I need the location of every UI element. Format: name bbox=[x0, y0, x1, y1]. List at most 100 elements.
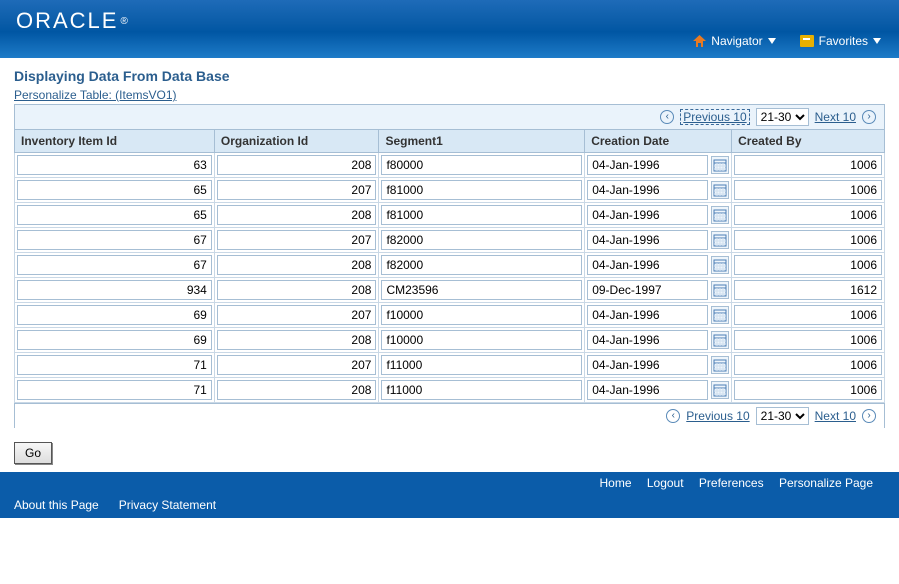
navigator-menu[interactable]: Navigator bbox=[693, 34, 775, 48]
col-inventory-item: Inventory Item Id bbox=[15, 130, 215, 153]
next-icon[interactable]: › bbox=[862, 409, 876, 423]
inventory-item-input[interactable] bbox=[17, 255, 212, 275]
footer-home-link[interactable]: Home bbox=[599, 476, 631, 490]
segment1-input[interactable] bbox=[381, 380, 582, 400]
previous-10-link[interactable]: Previous 10 bbox=[686, 409, 749, 423]
calendar-icon[interactable] bbox=[711, 231, 729, 249]
folder-icon bbox=[800, 35, 814, 47]
calendar-icon[interactable] bbox=[711, 331, 729, 349]
table-row bbox=[15, 178, 885, 203]
table-row bbox=[15, 253, 885, 278]
col-segment1: Segment1 bbox=[379, 130, 585, 153]
calendar-icon[interactable] bbox=[711, 156, 729, 174]
calendar-icon[interactable] bbox=[711, 381, 729, 399]
privacy-link[interactable]: Privacy Statement bbox=[119, 498, 216, 512]
inventory-item-input[interactable] bbox=[17, 230, 212, 250]
organization-id-input[interactable] bbox=[217, 230, 377, 250]
items-table: Inventory Item Id Organization Id Segmen… bbox=[14, 129, 885, 403]
table-header-row: Inventory Item Id Organization Id Segmen… bbox=[15, 130, 885, 153]
footer-logout-link[interactable]: Logout bbox=[647, 476, 684, 490]
organization-id-input[interactable] bbox=[217, 155, 377, 175]
col-creation-date: Creation Date bbox=[585, 130, 732, 153]
created-by-input[interactable] bbox=[734, 155, 882, 175]
next-10-link[interactable]: Next 10 bbox=[815, 110, 856, 124]
footer-links: Home Logout Preferences Personalize Page bbox=[0, 472, 899, 494]
creation-date-input[interactable] bbox=[587, 255, 708, 275]
created-by-input[interactable] bbox=[734, 280, 882, 300]
brand-text: ORACLE bbox=[16, 8, 118, 34]
table-row bbox=[15, 278, 885, 303]
about-page-link[interactable]: About this Page bbox=[14, 498, 99, 512]
go-button[interactable]: Go bbox=[14, 442, 52, 464]
organization-id-input[interactable] bbox=[217, 305, 377, 325]
creation-date-input[interactable] bbox=[587, 380, 708, 400]
inventory-item-input[interactable] bbox=[17, 305, 212, 325]
creation-date-input[interactable] bbox=[587, 230, 708, 250]
segment1-input[interactable] bbox=[381, 280, 582, 300]
segment1-input[interactable] bbox=[381, 255, 582, 275]
footer-preferences-link[interactable]: Preferences bbox=[699, 476, 764, 490]
organization-id-input[interactable] bbox=[217, 180, 377, 200]
footer-secondary: About this Page Privacy Statement bbox=[0, 494, 899, 518]
created-by-input[interactable] bbox=[734, 305, 882, 325]
organization-id-input[interactable] bbox=[217, 380, 377, 400]
personalize-table-link[interactable]: Personalize Table: (ItemsVO1) bbox=[14, 88, 177, 102]
segment1-input[interactable] bbox=[381, 355, 582, 375]
segment1-input[interactable] bbox=[381, 155, 582, 175]
created-by-input[interactable] bbox=[734, 255, 882, 275]
next-10-link[interactable]: Next 10 bbox=[815, 409, 856, 423]
chevron-down-icon bbox=[873, 38, 881, 44]
footer-personalize-link[interactable]: Personalize Page bbox=[779, 476, 873, 490]
calendar-icon[interactable] bbox=[711, 356, 729, 374]
segment1-input[interactable] bbox=[381, 205, 582, 225]
table-row bbox=[15, 353, 885, 378]
next-icon[interactable]: › bbox=[862, 110, 876, 124]
favorites-menu[interactable]: Favorites bbox=[800, 34, 881, 48]
creation-date-input[interactable] bbox=[587, 155, 708, 175]
created-by-input[interactable] bbox=[734, 230, 882, 250]
inventory-item-input[interactable] bbox=[17, 155, 212, 175]
logo-r: ® bbox=[120, 16, 129, 27]
pagination-top: ‹ Previous 10 21-30 Next 10 › bbox=[14, 104, 885, 129]
created-by-input[interactable] bbox=[734, 180, 882, 200]
calendar-icon[interactable] bbox=[711, 206, 729, 224]
inventory-item-input[interactable] bbox=[17, 380, 212, 400]
table-row bbox=[15, 228, 885, 253]
created-by-input[interactable] bbox=[734, 330, 882, 350]
segment1-input[interactable] bbox=[381, 305, 582, 325]
col-created-by: Created By bbox=[732, 130, 885, 153]
segment1-input[interactable] bbox=[381, 230, 582, 250]
organization-id-input[interactable] bbox=[217, 255, 377, 275]
page-range-select[interactable]: 21-30 bbox=[756, 108, 809, 126]
previous-10-link[interactable]: Previous 10 bbox=[683, 110, 746, 124]
creation-date-input[interactable] bbox=[587, 180, 708, 200]
creation-date-input[interactable] bbox=[587, 280, 708, 300]
creation-date-input[interactable] bbox=[587, 355, 708, 375]
organization-id-input[interactable] bbox=[217, 280, 377, 300]
calendar-icon[interactable] bbox=[711, 181, 729, 199]
page-range-select[interactable]: 21-30 bbox=[756, 407, 809, 425]
footer: Home Logout Preferences Personalize Page… bbox=[0, 472, 899, 518]
segment1-input[interactable] bbox=[381, 180, 582, 200]
organization-id-input[interactable] bbox=[217, 205, 377, 225]
calendar-icon[interactable] bbox=[711, 281, 729, 299]
calendar-icon[interactable] bbox=[711, 306, 729, 324]
page-title: Displaying Data From Data Base bbox=[14, 68, 885, 84]
created-by-input[interactable] bbox=[734, 355, 882, 375]
inventory-item-input[interactable] bbox=[17, 280, 212, 300]
inventory-item-input[interactable] bbox=[17, 330, 212, 350]
previous-icon[interactable]: ‹ bbox=[666, 409, 680, 423]
creation-date-input[interactable] bbox=[587, 330, 708, 350]
created-by-input[interactable] bbox=[734, 380, 882, 400]
segment1-input[interactable] bbox=[381, 330, 582, 350]
calendar-icon[interactable] bbox=[711, 256, 729, 274]
created-by-input[interactable] bbox=[734, 205, 882, 225]
previous-icon[interactable]: ‹ bbox=[660, 110, 674, 124]
creation-date-input[interactable] bbox=[587, 305, 708, 325]
organization-id-input[interactable] bbox=[217, 330, 377, 350]
inventory-item-input[interactable] bbox=[17, 205, 212, 225]
inventory-item-input[interactable] bbox=[17, 355, 212, 375]
organization-id-input[interactable] bbox=[217, 355, 377, 375]
inventory-item-input[interactable] bbox=[17, 180, 212, 200]
creation-date-input[interactable] bbox=[587, 205, 708, 225]
